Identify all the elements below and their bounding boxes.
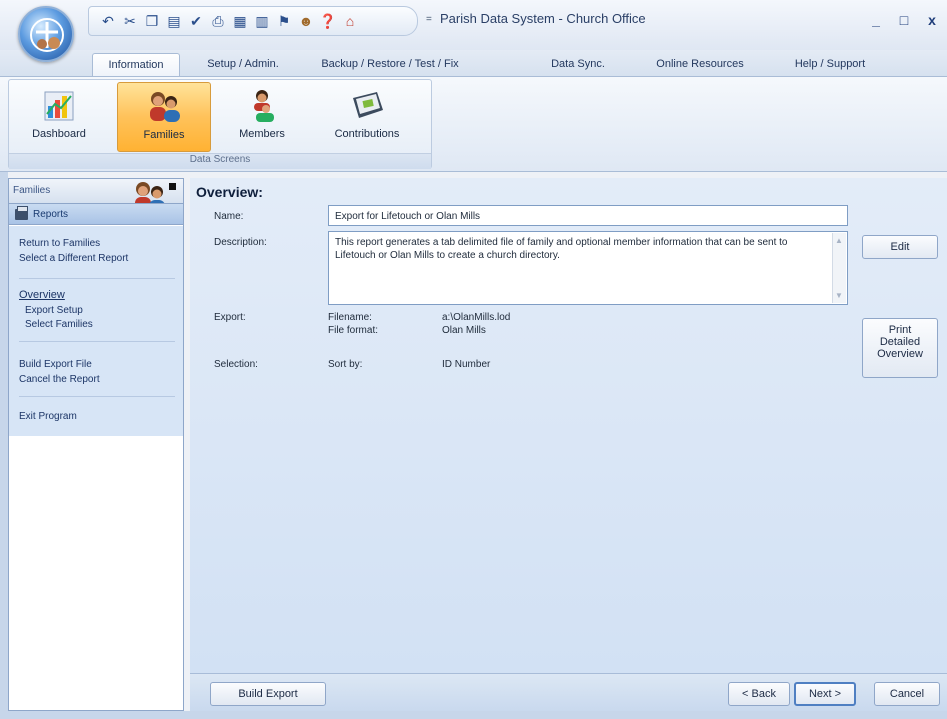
dashboard-icon (39, 88, 79, 124)
cancel-button[interactable]: Cancel (874, 682, 940, 706)
ribbon-panel: Dashboard Families Members Contributions… (0, 76, 947, 172)
selection-label: Selection: (214, 359, 258, 370)
sidebar-header-title: Families (13, 185, 51, 196)
customize-toolbar-button[interactable]: = (426, 14, 432, 25)
description-field[interactable]: This report generates a tab delimited fi… (328, 231, 848, 305)
window-border (0, 711, 947, 719)
sidebar-link-build-export[interactable]: Build Export File (19, 359, 92, 370)
user-icon[interactable]: ☻ (297, 12, 315, 30)
sidebar-link-export-setup[interactable]: Export Setup (25, 305, 83, 316)
title-bar: ↶ ✂ ❐ ▤ ✔ ⎙ ▦ ▥ ⚑ ☻ ❓ ⌂ = Parish Data Sy… (0, 0, 947, 62)
calculator-icon[interactable]: ▦ (231, 12, 249, 30)
divider (19, 396, 175, 397)
description-label: Description: (214, 237, 267, 248)
minimize-button[interactable]: _ (869, 12, 883, 28)
tab-help-support[interactable]: Help / Support (778, 53, 882, 76)
window-title: Parish Data System - Church Office (440, 11, 646, 26)
data-screens-group: Dashboard Families Members Contributions… (8, 79, 432, 169)
filename-label: Filename: (328, 312, 372, 323)
sidebar-link-select-families[interactable]: Select Families (25, 319, 93, 330)
divider (19, 278, 175, 279)
contributions-label: Contributions (334, 128, 400, 140)
paste-icon[interactable]: ▤ (165, 12, 183, 30)
print-icon[interactable]: ⎙ (209, 12, 227, 30)
sort-by-value: ID Number (442, 359, 491, 370)
page-title: Overview: (196, 184, 263, 200)
sidebar-link-select-report[interactable]: Select a Different Report (19, 253, 128, 264)
sidebar-section-label: Reports (33, 209, 69, 220)
ribbon-tabs: Information Setup / Admin. Backup / Rest… (0, 50, 947, 76)
tab-setup-admin[interactable]: Setup / Admin. (195, 53, 291, 76)
next-button[interactable]: Next > (794, 682, 856, 706)
name-label: Name: (214, 211, 244, 222)
sidebar-header: Families (9, 179, 183, 212)
name-field[interactable]: Export for Lifetouch or Olan Mills (328, 205, 848, 226)
close-button[interactable]: x (925, 12, 939, 28)
tab-online-resources[interactable]: Online Resources (640, 53, 760, 76)
footer-bar: Build Export < Back Next > Cancel (190, 673, 947, 711)
maximize-button[interactable]: □ (897, 12, 911, 28)
undo-icon[interactable]: ↶ (99, 12, 117, 30)
print-button-line: Detailed (879, 336, 921, 348)
help-icon[interactable]: ❓ (319, 12, 337, 30)
families-button[interactable]: Families (117, 82, 211, 152)
dashboard-button[interactable]: Dashboard (11, 82, 107, 152)
sidebar: Families Reports Return to Families Sele… (8, 178, 184, 711)
description-scrollbar[interactable] (832, 233, 846, 303)
build-export-button[interactable]: Build Export (210, 682, 326, 706)
divider (19, 341, 175, 342)
members-label: Members (239, 128, 285, 140)
edit-button[interactable]: Edit (862, 235, 938, 259)
quick-access-toolbar: ↶ ✂ ❐ ▤ ✔ ⎙ ▦ ▥ ⚑ ☻ ❓ ⌂ (88, 6, 418, 36)
members-button[interactable]: Members (215, 82, 309, 152)
home-icon[interactable]: ⌂ (341, 12, 359, 30)
print-button-line: Print (888, 324, 912, 336)
calendar-icon[interactable]: ▥ (253, 12, 271, 30)
dashboard-label: Dashboard (32, 128, 86, 140)
file-format-value: Olan Mills (442, 325, 486, 336)
sidebar-link-exit[interactable]: Exit Program (19, 411, 77, 422)
filename-value: a:\OlanMills.lod (442, 312, 511, 323)
printer-icon (15, 206, 28, 220)
copy-icon[interactable]: ❐ (143, 12, 161, 30)
sidebar-links: Return to Families Select a Different Re… (9, 226, 183, 436)
file-format-label: File format: (328, 325, 379, 336)
ribbon-group-label: Data Screens (9, 153, 431, 169)
contributions-icon (347, 88, 387, 124)
window-border (0, 172, 8, 719)
flag-icon[interactable]: ⚑ (275, 12, 293, 30)
sidebar-section-reports[interactable]: Reports (9, 203, 183, 225)
window-controls: _ □ x (869, 12, 939, 28)
tab-data-sync[interactable]: Data Sync. (538, 53, 618, 76)
back-button[interactable]: < Back (728, 682, 790, 706)
sort-by-label: Sort by: (328, 359, 363, 370)
tab-information[interactable]: Information (92, 53, 180, 76)
members-icon (242, 88, 282, 124)
families-label: Families (143, 129, 185, 141)
spell-check-icon[interactable]: ✔ (187, 12, 205, 30)
tab-backup-restore[interactable]: Backup / Restore / Test / Fix (300, 53, 480, 76)
export-label: Export: (214, 312, 246, 323)
sidebar-link-return[interactable]: Return to Families (19, 238, 100, 249)
sidebar-link-overview[interactable]: Overview (19, 289, 65, 301)
cut-icon[interactable]: ✂ (121, 12, 139, 30)
sidebar-link-cancel-report[interactable]: Cancel the Report (19, 374, 100, 385)
description-text: This report generates a tab delimited fi… (335, 237, 788, 261)
print-detailed-overview-button[interactable]: Print Detailed Overview (862, 318, 938, 378)
overview-panel: Overview: Name: Export for Lifetouch or … (190, 178, 947, 673)
families-icon (144, 89, 184, 125)
contributions-button[interactable]: Contributions (309, 82, 425, 152)
print-button-line: Overview (877, 348, 923, 360)
church-logo-icon (30, 18, 64, 52)
app-menu-orb[interactable] (18, 6, 74, 62)
